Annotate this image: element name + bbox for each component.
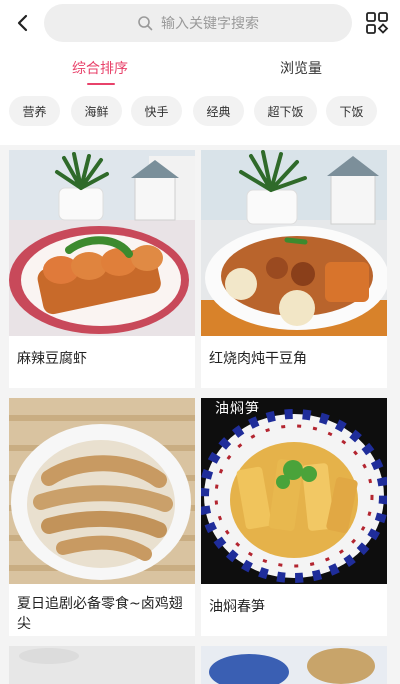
recipe-title: 油焖春笋 [209,599,265,615]
search-placeholder: 输入关键字搜索 [161,16,259,32]
top-bar: 输入关键字搜索 综合排序 浏览量 营养 海鲜 快手 经典 超下饭 下饭 [0,0,400,145]
recipe-image [201,150,387,336]
back-arrow-icon [17,14,28,32]
tab-comprehensive-sort[interactable]: 综合排序 [72,58,128,78]
chip-nutrition[interactable]: 营养 [9,96,60,126]
scan-grid-button[interactable] [364,10,390,36]
recipe-image [9,150,195,336]
search-icon [138,16,153,31]
recipe-card[interactable] [201,646,387,684]
recipe-card[interactable]: 油焖笋 油焖春笋 [201,398,387,636]
recipe-title: 麻辣豆腐虾 [17,351,87,367]
recipe-title-line-2: 尖 [17,616,31,632]
recipe-card[interactable]: 红烧肉炖干豆角 [201,150,387,388]
chip-rice[interactable]: 下饭 [326,96,377,126]
recipe-image [9,646,195,684]
chip-classic[interactable]: 经典 [193,96,244,126]
chip-quick[interactable]: 快手 [131,96,182,126]
recipe-card[interactable]: 夏日追剧必备零食~卤鸡翅 尖 [9,398,195,636]
recipe-title: 红烧肉炖干豆角 [209,351,307,367]
recipe-image-overlay-text: 油焖笋 [215,401,260,417]
search-input[interactable]: 输入关键字搜索 [44,4,352,42]
chip-super-rice[interactable]: 超下饭 [254,96,317,126]
tab-view-count[interactable]: 浏览量 [280,58,322,78]
recipe-image [201,398,387,584]
recipe-grid: 麻辣豆腐虾 红烧肉炖干豆角 夏日追剧必备零食~卤鸡翅 尖 油焖笋 油焖春笋 [0,145,400,684]
recipe-card[interactable]: 麻辣豆腐虾 [9,150,195,388]
recipe-image [9,398,195,584]
back-button[interactable] [8,8,38,38]
recipe-card[interactable] [9,646,195,684]
category-chips: 营养 海鲜 快手 经典 超下饭 下饭 [0,96,400,130]
active-tab-indicator [87,83,115,85]
recipe-title-line-1: 夏日追剧必备零食~卤鸡翅 [17,596,183,612]
scan-grid-icon [366,12,389,34]
chip-seafood[interactable]: 海鲜 [71,96,122,126]
recipe-image [201,646,387,684]
sort-tabs: 综合排序 浏览量 [0,52,400,92]
